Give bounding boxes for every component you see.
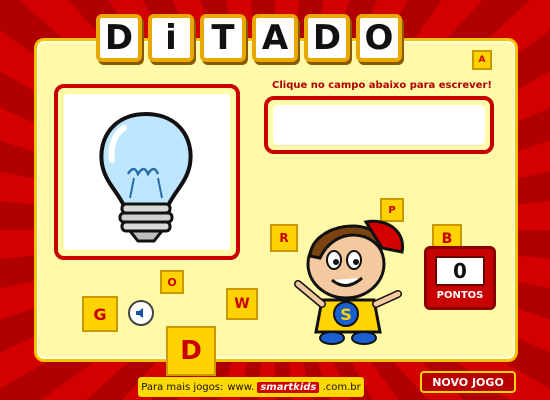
letter-cube: A [472, 48, 496, 72]
title-letter: D [96, 14, 142, 62]
title-letter: i [148, 14, 194, 62]
footer-link-suffix: .com.br [322, 381, 361, 393]
cube-letter: O [160, 270, 184, 294]
score-label: PONTOS [436, 290, 484, 301]
sound-button[interactable] [128, 300, 154, 326]
game-stage: D i T A D O Clique no campo abaixo para … [0, 0, 550, 400]
footer-text: Para mais jogos: [141, 381, 224, 393]
title-letter: A [252, 14, 298, 62]
svg-text:S: S [340, 305, 352, 324]
footer-link[interactable]: www. smartkids .com.br [227, 381, 361, 393]
letter-cube: O [160, 268, 190, 298]
cube-letter: D [166, 326, 216, 376]
game-title: D i T A D O [96, 14, 402, 62]
cube-letter: A [472, 50, 492, 70]
sound-icon [136, 308, 143, 318]
mascot-character: S [294, 219, 405, 345]
score-panel: 0 PONTOS [424, 246, 496, 310]
cube-letter: G [82, 296, 118, 332]
footer-brand: smartkids [257, 381, 320, 393]
title-letter: O [356, 14, 402, 62]
letter-cube: G [82, 290, 126, 334]
title-letter: T [200, 14, 246, 62]
answer-input[interactable] [273, 105, 485, 145]
footer-banner: Para mais jogos: www. smartkids .com.br [138, 377, 364, 397]
answer-frame [264, 96, 494, 154]
cube-letter: W [226, 288, 258, 320]
footer-link-prefix: www. [227, 381, 255, 393]
light-bulb-icon [99, 111, 193, 243]
instruction-text: Clique no campo abaixo para escrever! [272, 80, 492, 91]
title-letter: D [304, 14, 350, 62]
score-value: 0 [435, 256, 485, 286]
letter-cube: D [166, 318, 226, 378]
new-game-button[interactable]: NOVO JOGO [420, 371, 516, 393]
picture-area [64, 94, 230, 250]
picture-frame [54, 84, 240, 260]
letter-cube: W [226, 284, 266, 324]
